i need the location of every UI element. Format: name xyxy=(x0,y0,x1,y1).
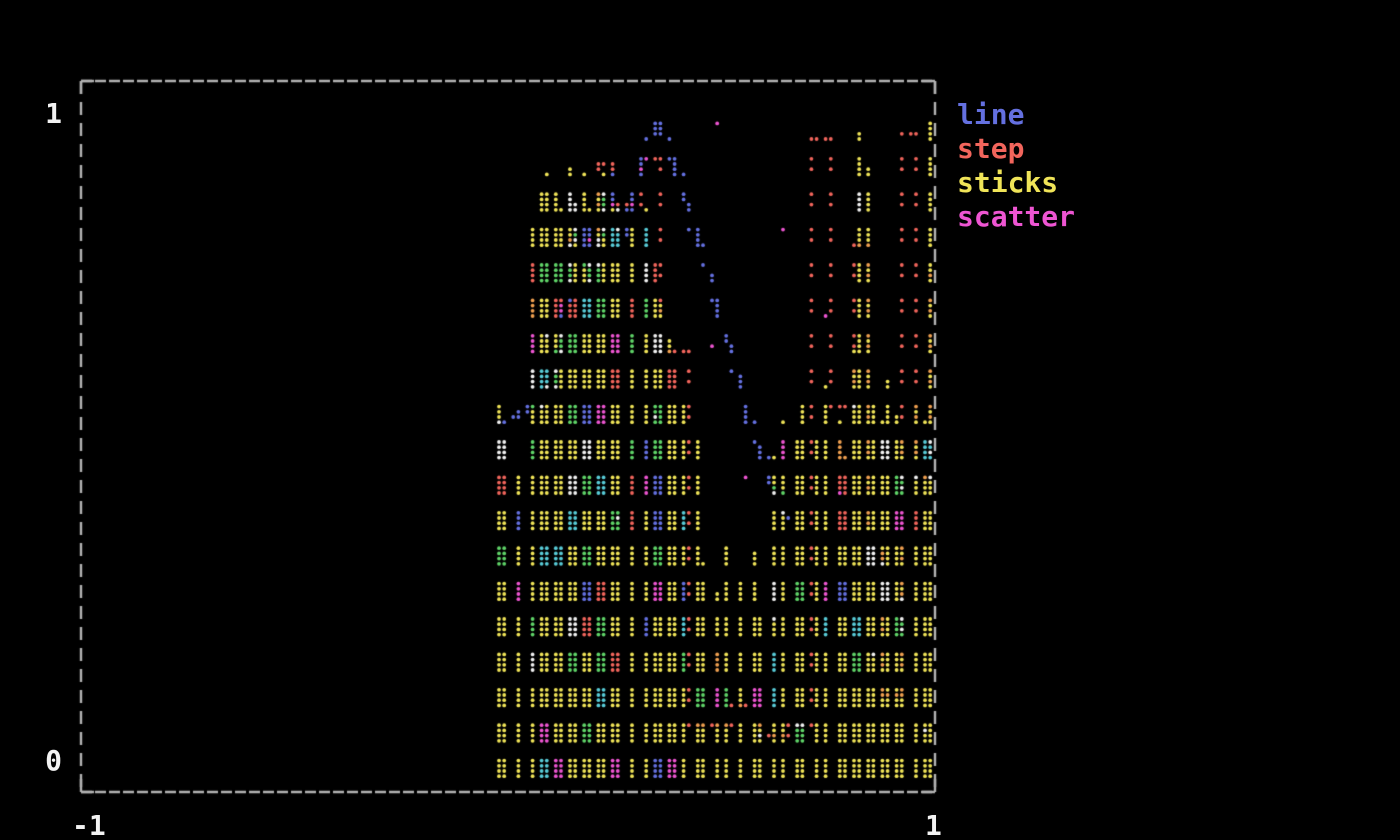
legend-item-scatter: scatter xyxy=(957,200,1075,234)
terminal-plot-screen: 1 0 -1 1 line step sticks scatter xyxy=(0,0,1400,840)
y-axis-tick-top: 1 xyxy=(22,97,62,131)
x-axis-tick-left: -1 xyxy=(72,809,106,840)
legend-item-line: line xyxy=(957,98,1075,132)
legend-item-step: step xyxy=(957,132,1075,166)
legend-item-sticks: sticks xyxy=(957,166,1075,200)
y-axis-tick-bottom: 0 xyxy=(22,744,62,778)
x-axis-tick-right: 1 xyxy=(925,809,942,840)
plot-canvas xyxy=(0,0,1400,840)
legend: line step sticks scatter xyxy=(957,98,1075,234)
